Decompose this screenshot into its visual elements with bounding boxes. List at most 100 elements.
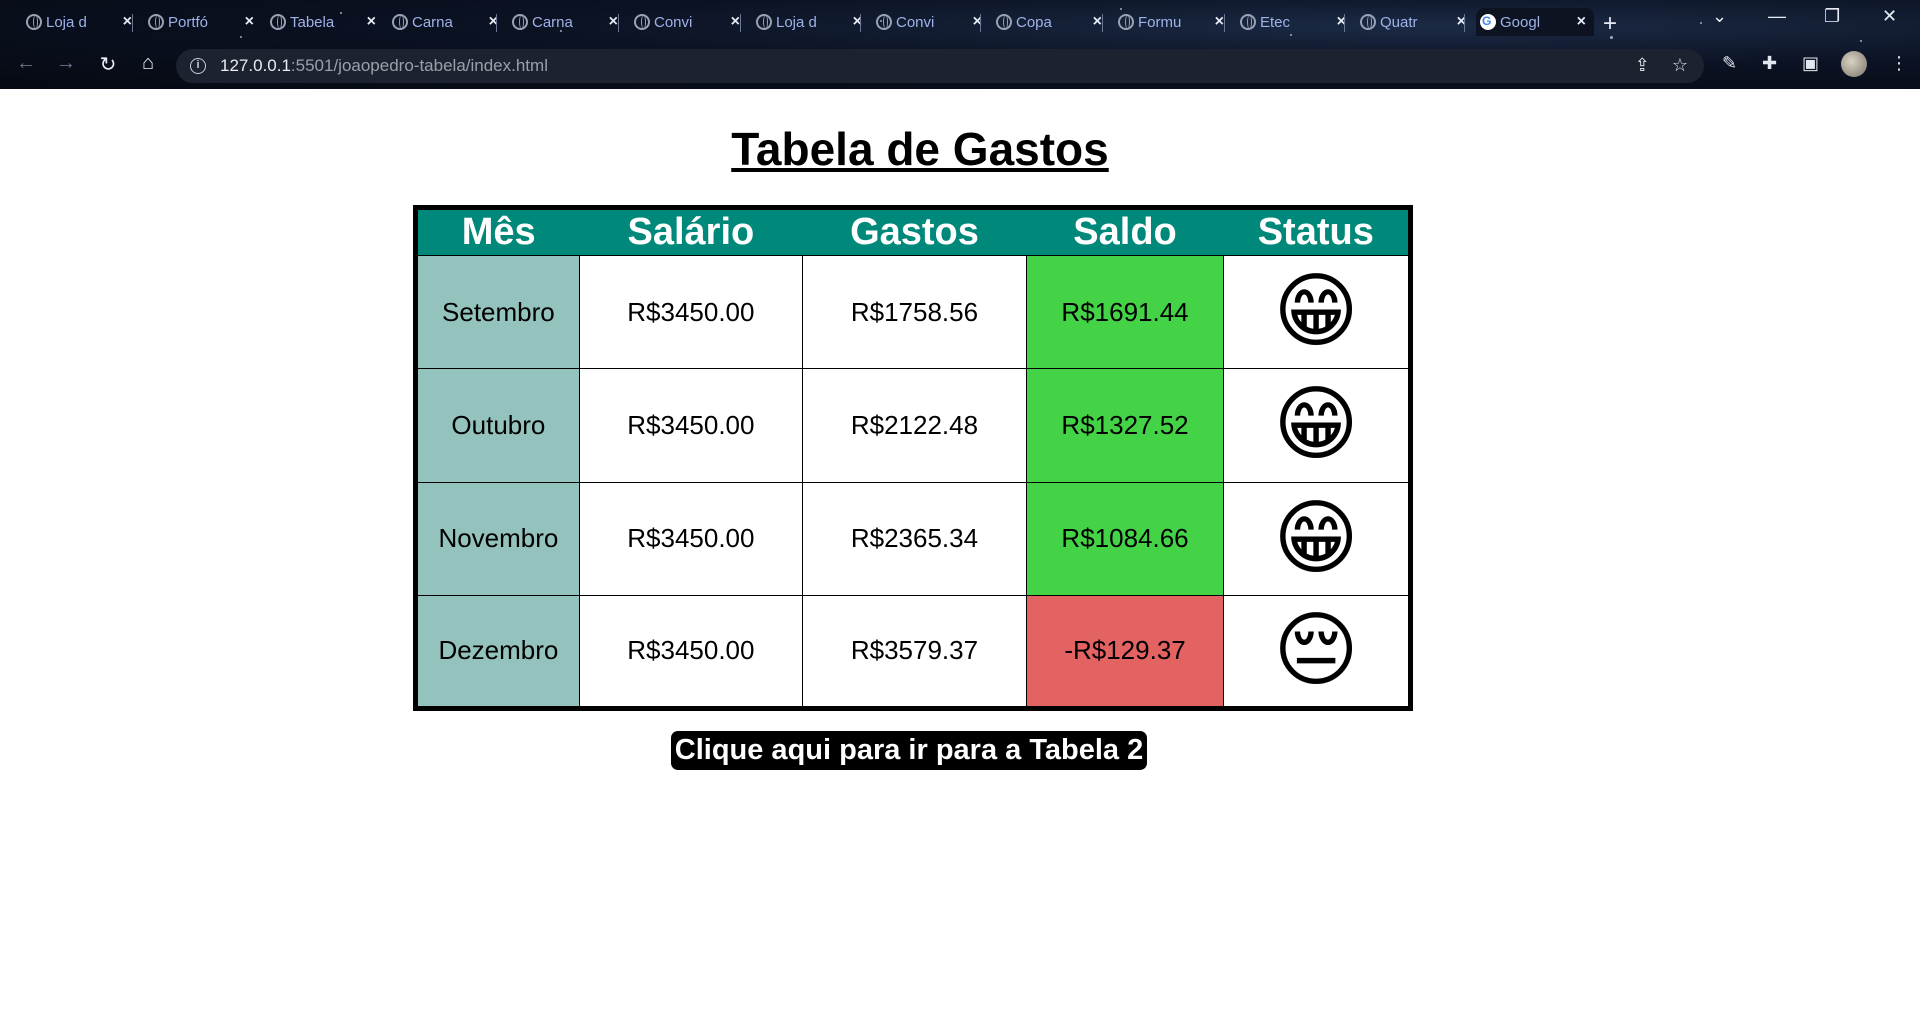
expenses-table: Mês Salário Gastos Saldo Status Setembro… xyxy=(413,205,1413,711)
cell-status: 😁 xyxy=(1223,481,1411,596)
grinning-face-icon: 😁 xyxy=(1273,379,1359,471)
site-info-icon[interactable]: i xyxy=(190,58,206,74)
profile-avatar[interactable] xyxy=(1841,51,1867,77)
tab-separator xyxy=(1464,14,1465,32)
google-icon xyxy=(1480,14,1496,30)
cell-saldo: -R$129.37 xyxy=(1026,594,1225,710)
side-panel-icon[interactable]: ▣ xyxy=(1802,53,1819,74)
globe-icon xyxy=(1118,14,1134,30)
tab-separator xyxy=(132,14,133,32)
tab-separator xyxy=(618,14,619,32)
restore-button[interactable]: ❐ xyxy=(1824,6,1840,27)
tab-separator xyxy=(860,14,861,32)
back-arrow-icon[interactable]: ← xyxy=(12,52,40,75)
close-tab-icon[interactable]: × xyxy=(1577,13,1586,31)
tab-title: Carna xyxy=(532,13,573,31)
cell-mes: Outubro xyxy=(415,368,580,483)
forward-arrow-icon[interactable]: → xyxy=(52,52,80,75)
home-icon[interactable]: ⌂ xyxy=(134,52,162,75)
globe-icon xyxy=(392,14,408,30)
cell-salario: R$3450.00 xyxy=(578,481,803,596)
url-text[interactable]: 127.0.0.1:5501/joaopedro-tabela/index.ht… xyxy=(220,56,548,76)
close-tab-icon[interactable]: × xyxy=(1215,13,1224,31)
browser-tab[interactable]: Copa × xyxy=(992,8,1110,36)
bookmark-star-icon[interactable]: ☆ xyxy=(1672,55,1688,76)
tab-title: Carna xyxy=(412,13,453,31)
globe-icon xyxy=(148,14,164,30)
cell-status: 😁 xyxy=(1223,368,1411,483)
table-row: Setembro R$3450.00 R$1758.56 R$1691.44 😁 xyxy=(415,254,1411,370)
page-title: Tabela de Gastos xyxy=(731,123,1109,175)
close-tab-icon[interactable]: × xyxy=(731,13,740,31)
cell-mes: Dezembro xyxy=(415,594,580,710)
tab-title: Loja d xyxy=(46,13,87,31)
cell-mes: Setembro xyxy=(415,254,580,370)
close-tab-icon[interactable]: × xyxy=(245,13,254,31)
close-tab-icon[interactable]: × xyxy=(123,13,132,31)
cell-saldo: R$1691.44 xyxy=(1026,254,1225,370)
browser-chrome: Loja d × Portfó × Tabela × Carna × Carna… xyxy=(0,0,1920,89)
tab-separator xyxy=(496,14,497,32)
tab-title: Loja d xyxy=(776,13,817,31)
tab-title: Convi xyxy=(896,13,935,31)
cell-gastos: R$2365.34 xyxy=(801,481,1028,596)
reload-icon[interactable]: ↻ xyxy=(94,52,122,77)
browser-tab[interactable]: Carna × xyxy=(508,8,626,36)
link-wrapper: Clique aqui para ir para a Tabela 2 xyxy=(0,731,1818,770)
header-gastos: Gastos xyxy=(802,207,1027,256)
browser-tab[interactable]: Convi × xyxy=(872,8,990,36)
browser-tab[interactable]: Formu × xyxy=(1114,8,1232,36)
table-row: Novembro R$3450.00 R$2365.34 R$1084.66 😁 xyxy=(415,481,1411,596)
browser-tab[interactable]: Loja d × xyxy=(752,8,870,36)
browser-tab[interactable]: Carna × xyxy=(388,8,506,36)
tab-title: Quatr xyxy=(1380,13,1418,31)
cell-saldo: R$1327.52 xyxy=(1026,368,1225,483)
tab-title: Etec xyxy=(1260,13,1291,31)
browser-tab[interactable]: Loja d × xyxy=(22,8,140,36)
tab-separator xyxy=(1102,14,1103,32)
browser-tab[interactable]: Tabela × xyxy=(266,8,384,36)
minimize-button[interactable]: — xyxy=(1768,6,1786,27)
cell-status: 😁 xyxy=(1223,254,1411,370)
tab-separator xyxy=(980,14,981,32)
new-tab-button[interactable]: + xyxy=(1603,10,1617,38)
close-tab-icon[interactable]: × xyxy=(1093,13,1102,31)
cell-saldo: R$1084.66 xyxy=(1026,481,1225,596)
browser-tab[interactable]: Etec × xyxy=(1236,8,1354,36)
globe-icon xyxy=(270,14,286,30)
cell-mes: Novembro xyxy=(415,481,580,596)
tab-title: Tabela xyxy=(290,13,335,31)
header-status: Status xyxy=(1223,207,1411,256)
extensions-puzzle-icon[interactable]: ✚ xyxy=(1762,53,1777,74)
tabela-2-link[interactable]: Clique aqui para ir para a Tabela 2 xyxy=(670,731,1148,770)
close-window-button[interactable]: ✕ xyxy=(1882,6,1897,27)
close-tab-icon[interactable]: × xyxy=(609,13,618,31)
cell-gastos: R$1758.56 xyxy=(801,254,1028,370)
globe-icon xyxy=(1360,14,1376,30)
cell-status: 😔 xyxy=(1223,594,1411,710)
tab-separator xyxy=(1224,14,1225,32)
menu-kebab-icon[interactable]: ⋮ xyxy=(1890,53,1908,74)
globe-icon xyxy=(996,14,1012,30)
browser-tab-active[interactable]: Googl × xyxy=(1476,8,1594,36)
tab-separator xyxy=(740,14,741,32)
close-tab-icon[interactable]: × xyxy=(367,13,376,31)
browser-tab[interactable]: Quatr × xyxy=(1356,8,1474,36)
share-icon[interactable]: ⇪ xyxy=(1635,55,1650,76)
browser-tab[interactable]: Portfó × xyxy=(144,8,262,36)
cell-gastos: R$3579.37 xyxy=(801,594,1028,710)
browser-tab[interactable]: Convi × xyxy=(630,8,748,36)
cell-salario: R$3450.00 xyxy=(578,254,803,370)
globe-icon xyxy=(1240,14,1256,30)
table-row: Outubro R$3450.00 R$2122.48 R$1327.52 😁 xyxy=(415,368,1411,483)
pen-icon[interactable]: ✎ xyxy=(1722,53,1737,74)
tab-strip: Loja d × Portfó × Tabela × Carna × Carna… xyxy=(0,0,1920,42)
address-bar[interactable]: i 127.0.0.1:5501/joaopedro-tabela/index.… xyxy=(176,49,1704,83)
globe-icon xyxy=(512,14,528,30)
globe-icon xyxy=(756,14,772,30)
header-mes: Mês xyxy=(415,207,580,256)
tab-search-icon[interactable]: ⌄ xyxy=(1712,6,1727,27)
tab-title: Portfó xyxy=(168,13,209,31)
table-header-row: Mês Salário Gastos Saldo Status xyxy=(415,207,1411,256)
tab-title: Formu xyxy=(1138,13,1182,31)
